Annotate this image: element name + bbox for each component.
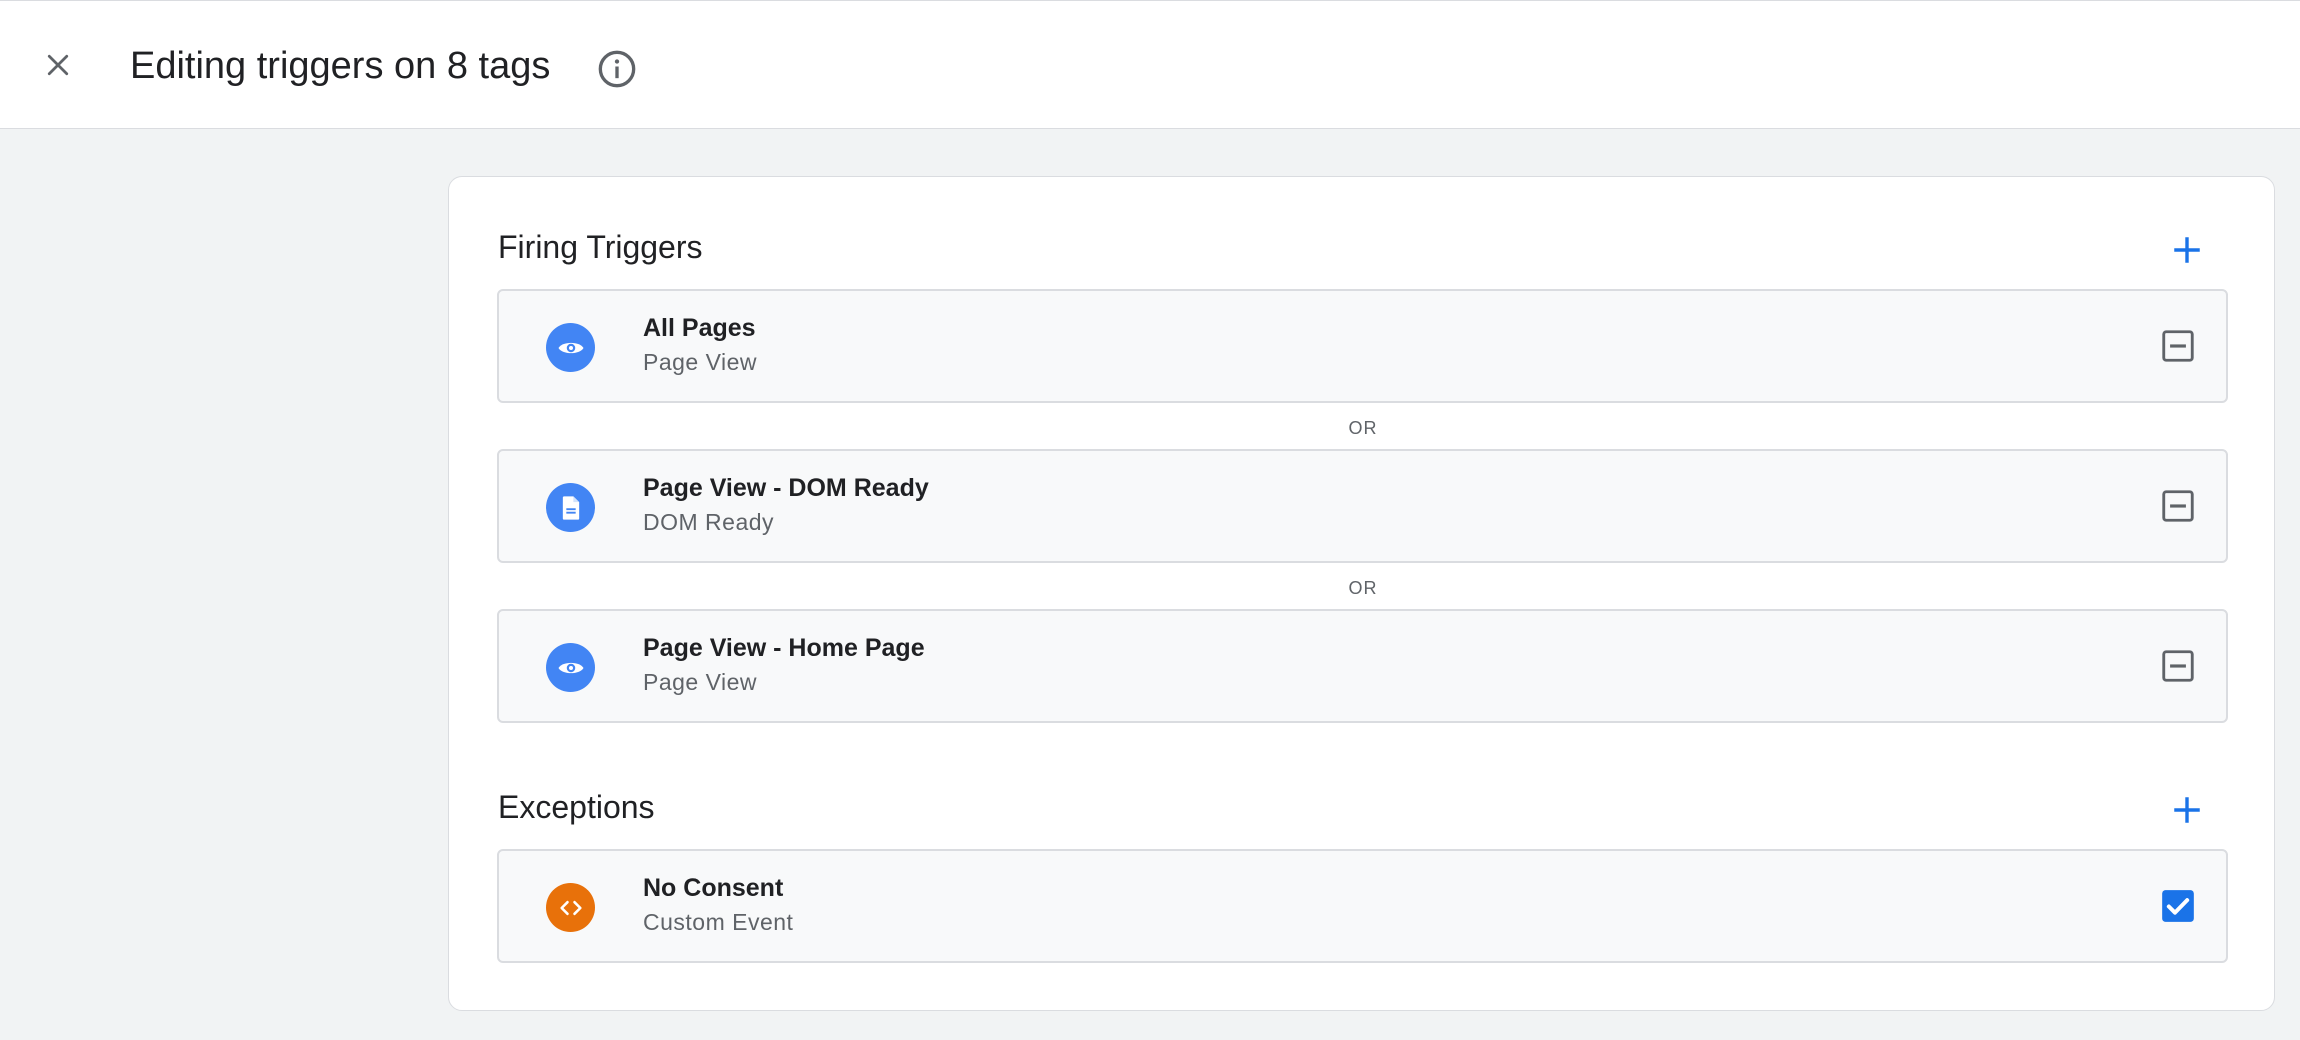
add-exception-button[interactable] [2165,788,2209,832]
exception-row[interactable]: No Consent Custom Event [497,849,2228,963]
trigger-type: Page View [643,669,758,695]
page-title: Editing triggers on 8 tags [130,45,551,87]
trigger-type: DOM Ready [643,509,775,535]
firing-triggers-title: Firing Triggers [498,229,703,265]
trigger-type: Page View [643,349,758,375]
triggering-card: Firing Triggers All Pages Page View OR P… [448,176,2275,1011]
eye-icon [546,643,595,692]
minus-box-icon [2162,650,2194,682]
exception-checkbox[interactable] [2158,886,2198,926]
close-button[interactable] [34,41,82,89]
plus-icon [2174,797,2200,823]
remove-trigger-button[interactable] [2158,326,2198,366]
or-separator: OR [1348,578,1378,598]
trigger-name: Page View - Home Page [643,634,925,662]
trigger-type: Custom Event [643,909,794,935]
minus-box-icon [2162,330,2194,362]
plus-icon [2174,237,2200,263]
eye-icon [546,323,595,372]
info-button[interactable] [595,47,639,91]
close-icon [47,54,69,76]
top-bar: Editing triggers on 8 tags [0,0,2300,129]
exceptions-title: Exceptions [498,789,655,825]
remove-trigger-button[interactable] [2158,486,2198,526]
remove-trigger-button[interactable] [2158,646,2198,686]
minus-box-icon [2162,490,2194,522]
trigger-name: All Pages [643,314,756,342]
code-icon [546,883,595,932]
checkbox-checked-icon [2162,890,2194,922]
trigger-name: No Consent [643,874,784,902]
add-firing-trigger-button[interactable] [2165,228,2209,272]
trigger-row[interactable]: Page View - Home Page Page View [497,609,2228,723]
or-separator: OR [1348,418,1378,438]
trigger-row[interactable]: All Pages Page View [497,289,2228,403]
info-icon [598,50,636,88]
trigger-name: Page View - DOM Ready [643,474,929,502]
document-icon [546,483,595,532]
trigger-row[interactable]: Page View - DOM Ready DOM Ready [497,449,2228,563]
